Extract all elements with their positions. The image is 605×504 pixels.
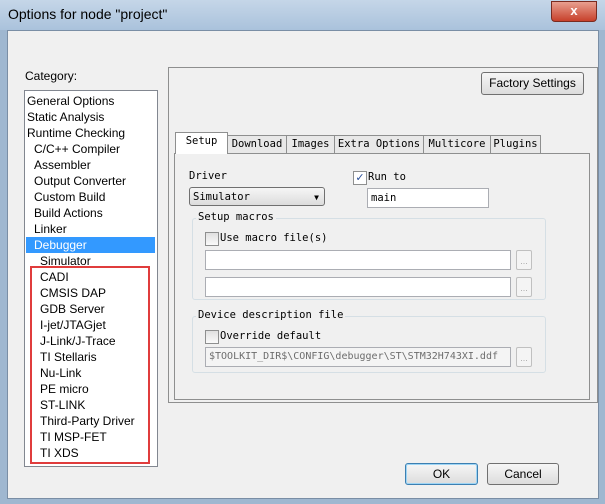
ok-button[interactable]: OK xyxy=(405,463,478,485)
macro-file-input-2[interactable] xyxy=(205,277,511,297)
tab-setup[interactable]: Setup xyxy=(175,132,228,154)
highlight-box xyxy=(30,266,150,464)
close-button[interactable]: x xyxy=(551,1,597,22)
tab-download[interactable]: Download xyxy=(227,135,287,153)
category-item[interactable]: Static Analysis xyxy=(26,109,104,125)
category-label: Category: xyxy=(25,69,78,83)
category-item[interactable]: Runtime Checking xyxy=(26,125,125,141)
use-macro-label: Use macro file(s) xyxy=(220,232,328,244)
window-title: Options for node "project" xyxy=(8,6,168,22)
ddf-path-input[interactable]: $TOOLKIT_DIR$\CONFIG\debugger\ST\STM32H7… xyxy=(205,347,511,367)
macro-file-input-1[interactable] xyxy=(205,250,511,270)
category-item[interactable]: General Options xyxy=(26,93,114,109)
browse-macro-1-button[interactable]: ... xyxy=(516,250,532,270)
category-item[interactable]: Assembler xyxy=(26,157,91,173)
tab-multicore[interactable]: Multicore xyxy=(423,135,491,153)
run-to-label: Run to xyxy=(368,171,406,183)
chevron-down-icon: ▼ xyxy=(314,193,319,202)
category-item[interactable]: Linker xyxy=(26,221,67,237)
category-item[interactable]: Output Converter xyxy=(26,173,126,189)
driver-value: Simulator xyxy=(193,191,250,203)
run-to-input[interactable]: main xyxy=(367,188,489,208)
category-item[interactable]: Debugger xyxy=(26,237,155,253)
setup-macros-label: Setup macros xyxy=(196,211,276,223)
factory-settings-button[interactable]: Factory Settings xyxy=(481,72,584,95)
override-default-checkbox[interactable] xyxy=(205,330,219,344)
category-item[interactable]: C/C++ Compiler xyxy=(26,141,120,157)
browse-ddf-button[interactable]: ... xyxy=(516,347,532,367)
browse-macro-2-button[interactable]: ... xyxy=(516,277,532,297)
tab-images[interactable]: Images xyxy=(286,135,335,153)
override-default-label: Override default xyxy=(220,330,322,342)
title-bar[interactable]: Options for node "project" x xyxy=(0,0,605,30)
run-to-checkbox[interactable]: ✓ xyxy=(353,171,367,185)
ddf-group-label: Device description file xyxy=(196,309,346,321)
tab-plugins[interactable]: Plugins xyxy=(490,135,541,153)
cancel-button[interactable]: Cancel xyxy=(487,463,559,485)
category-item[interactable]: Custom Build xyxy=(26,189,105,205)
driver-select[interactable]: Simulator ▼ xyxy=(189,187,325,206)
use-macro-checkbox[interactable] xyxy=(205,232,219,246)
driver-label: Driver xyxy=(189,170,227,182)
tab-extra-options[interactable]: Extra Options xyxy=(334,135,424,153)
category-item[interactable]: Build Actions xyxy=(26,205,103,221)
